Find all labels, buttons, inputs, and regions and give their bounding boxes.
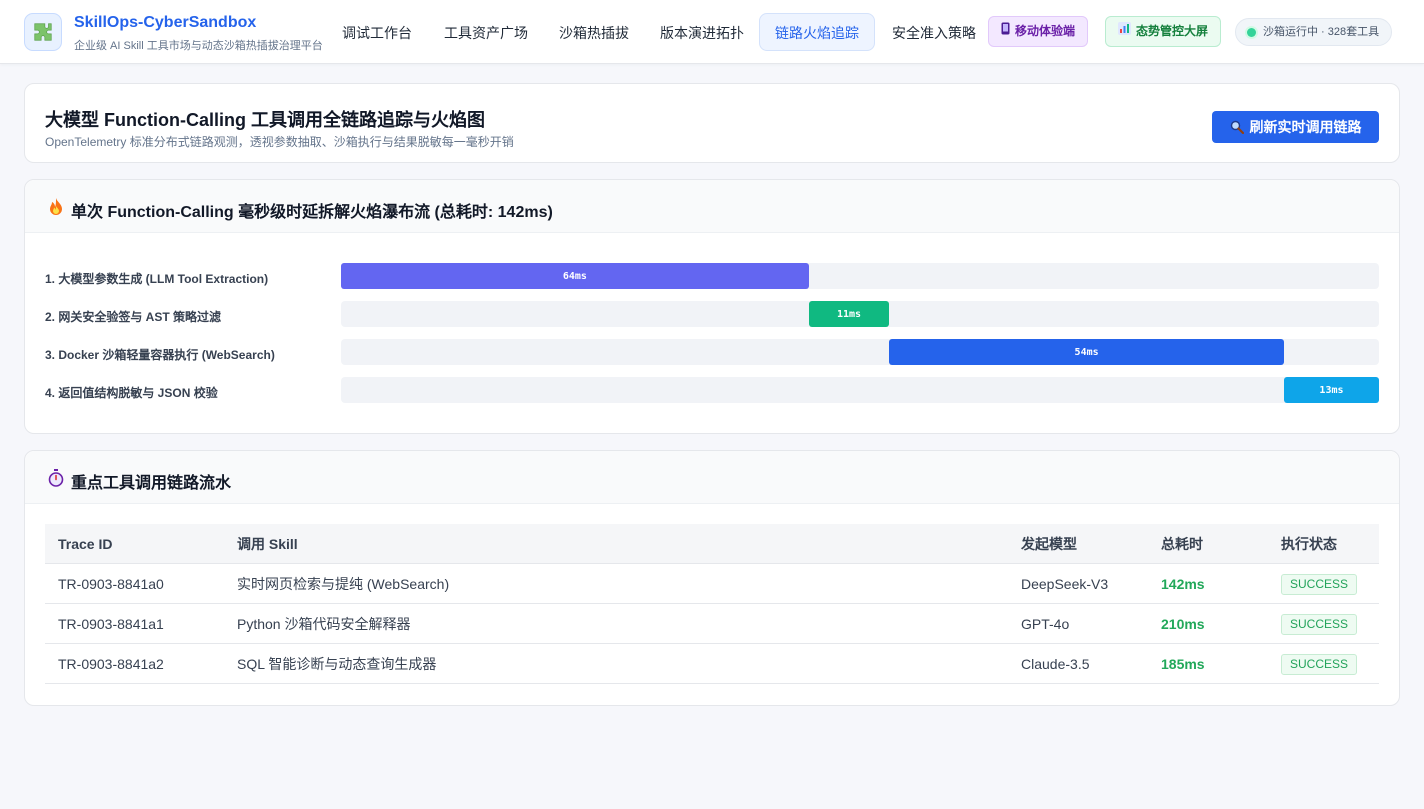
mobile-experience-button[interactable]: 移动体验端 <box>988 16 1089 47</box>
skill-cell: 实时网页检索与提纯 (WebSearch) <box>237 576 450 592</box>
trace-card-header: 重点工具调用链路流水 <box>25 451 1399 504</box>
nav-sandbox-hotplug[interactable]: 沙箱热插拔 <box>543 13 645 51</box>
flame-card-header: 单次 Function-Calling 毫秒级时延拆解火焰瀑布流 (总耗时: 1… <box>25 180 1399 233</box>
refresh-trace-label: 刷新实时调用链路 <box>1249 119 1362 135</box>
column-header-skill[interactable]: 调用 Skill <box>237 524 298 564</box>
status-badge: SUCCESS <box>1281 654 1358 675</box>
phone-icon <box>1001 17 1010 46</box>
cost-cell: 210ms <box>1161 616 1205 632</box>
flame-bar[interactable]: 13ms <box>1283 377 1379 403</box>
column-header-trace-id[interactable]: Trace ID <box>58 524 112 564</box>
flame-stage-label: 1. 大模型参数生成 (LLM Tool Extraction) <box>45 272 269 286</box>
nav-trace-flame[interactable]: 链路火焰追踪 <box>759 13 875 51</box>
nav-tool-asset-plaza[interactable]: 工具资产广场 <box>428 13 544 51</box>
model-cell: Claude-3.5 <box>1021 656 1090 672</box>
trace-card-title: 重点工具调用链路流水 <box>71 475 232 492</box>
status-badge: SUCCESS <box>1281 614 1358 635</box>
trace-table-card: 重点工具调用链路流水 Trace ID 调用 Skill 发起模型 总耗时 执行… <box>24 450 1400 706</box>
flame-track: 11ms <box>341 301 1379 327</box>
trace-id-cell[interactable]: TR-0903-8841a2 <box>58 644 164 684</box>
trace-id-cell[interactable]: TR-0903-8841a1 <box>58 604 164 644</box>
column-header-model[interactable]: 发起模型 <box>1021 524 1077 564</box>
model-cell: GPT-4o <box>1021 616 1070 632</box>
sandbox-status-badge: 沙箱运行中 · 328套工具 <box>1235 18 1393 46</box>
nav-version-topology[interactable]: 版本演进拓扑 <box>644 13 760 51</box>
page-subtitle: OpenTelemetry 标准分布式链路观测，透视参数抽取、沙箱执行与结果脱敏… <box>45 135 514 149</box>
situation-screen-label: 态势管控大屏 <box>1136 24 1209 38</box>
skill-cell: Python 沙箱代码安全解释器 <box>237 616 411 632</box>
flame-bar[interactable]: 64ms <box>341 263 809 289</box>
stopwatch-icon <box>47 468 65 488</box>
flame-bar[interactable]: 54ms <box>889 339 1284 365</box>
page-intro-card: 大模型 Function-Calling 工具调用全链路追踪与火焰图 OpenT… <box>24 83 1400 163</box>
flame-card-title: 单次 Function-Calling 毫秒级时延拆解火焰瀑布流 (总耗时: 1… <box>71 204 553 221</box>
cost-cell: 185ms <box>1161 656 1205 672</box>
table-row[interactable]: TR-0903-8841a1 Python 沙箱代码安全解释器 GPT-4o 2… <box>45 604 1379 644</box>
top-navigation-bar: SkillOps-CyberSandbox 企业级 AI Skill 工具市场与… <box>0 0 1424 64</box>
model-cell: DeepSeek-V3 <box>1021 576 1109 592</box>
flame-stage-label: 2. 网关安全验签与 AST 策略过滤 <box>45 310 222 324</box>
trace-id-cell[interactable]: TR-0903-8841a0 <box>58 564 164 604</box>
refresh-trace-button[interactable]: 刷新实时调用链路 <box>1212 111 1379 143</box>
status-badge: SUCCESS <box>1281 574 1358 595</box>
column-header-cost[interactable]: 总耗时 <box>1161 524 1203 564</box>
brand-subtitle: 企业级 AI Skill 工具市场与动态沙箱热插拔治理平台 <box>74 40 323 52</box>
cost-cell: 142ms <box>1161 576 1205 592</box>
fire-icon <box>47 197 65 217</box>
flame-waterfall-card: 单次 Function-Calling 毫秒级时延拆解火焰瀑布流 (总耗时: 1… <box>24 179 1400 434</box>
skill-cell: SQL 智能诊断与动态查询生成器 <box>237 656 437 672</box>
flame-bar[interactable]: 11ms <box>808 301 890 327</box>
situation-screen-button[interactable]: 态势管控大屏 <box>1105 16 1222 47</box>
table-row[interactable]: TR-0903-8841a0 实时网页检索与提纯 (WebSearch) Dee… <box>45 564 1379 604</box>
table-header-row: Trace ID 调用 Skill 发起模型 总耗时 执行状态 <box>45 524 1379 564</box>
column-header-status[interactable]: 执行状态 <box>1281 524 1337 564</box>
nav-debug-workbench[interactable]: 调试工作台 <box>326 13 428 51</box>
page-title: 大模型 Function-Calling 工具调用全链路追踪与火焰图 <box>45 110 485 130</box>
status-dot-icon <box>1247 28 1256 37</box>
flame-track: 54ms <box>341 339 1379 365</box>
table-row[interactable]: TR-0903-8841a2 SQL 智能诊断与动态查询生成器 Claude-3… <box>45 644 1379 684</box>
magnifier-icon <box>1230 120 1244 134</box>
flame-stage-label: 3. Docker 沙箱轻量容器执行 (WebSearch) <box>45 348 275 362</box>
flame-track: 13ms <box>341 377 1379 403</box>
nav-security-policy[interactable]: 安全准入策略 <box>876 13 992 51</box>
trace-table: Trace ID 调用 Skill 发起模型 总耗时 执行状态 TR-0903-… <box>45 524 1379 684</box>
brand-title[interactable]: SkillOps-CyberSandbox <box>74 14 256 32</box>
mobile-experience-label: 移动体验端 <box>1015 24 1076 38</box>
flame-stage-label: 4. 返回值结构脱敏与 JSON 校验 <box>45 386 218 400</box>
sandbox-status-text: 沙箱运行中 · 328套工具 <box>1263 26 1380 38</box>
puzzle-icon[interactable] <box>24 13 62 51</box>
flame-track: 64ms <box>341 263 1379 289</box>
bar-chart-icon <box>1118 17 1131 46</box>
